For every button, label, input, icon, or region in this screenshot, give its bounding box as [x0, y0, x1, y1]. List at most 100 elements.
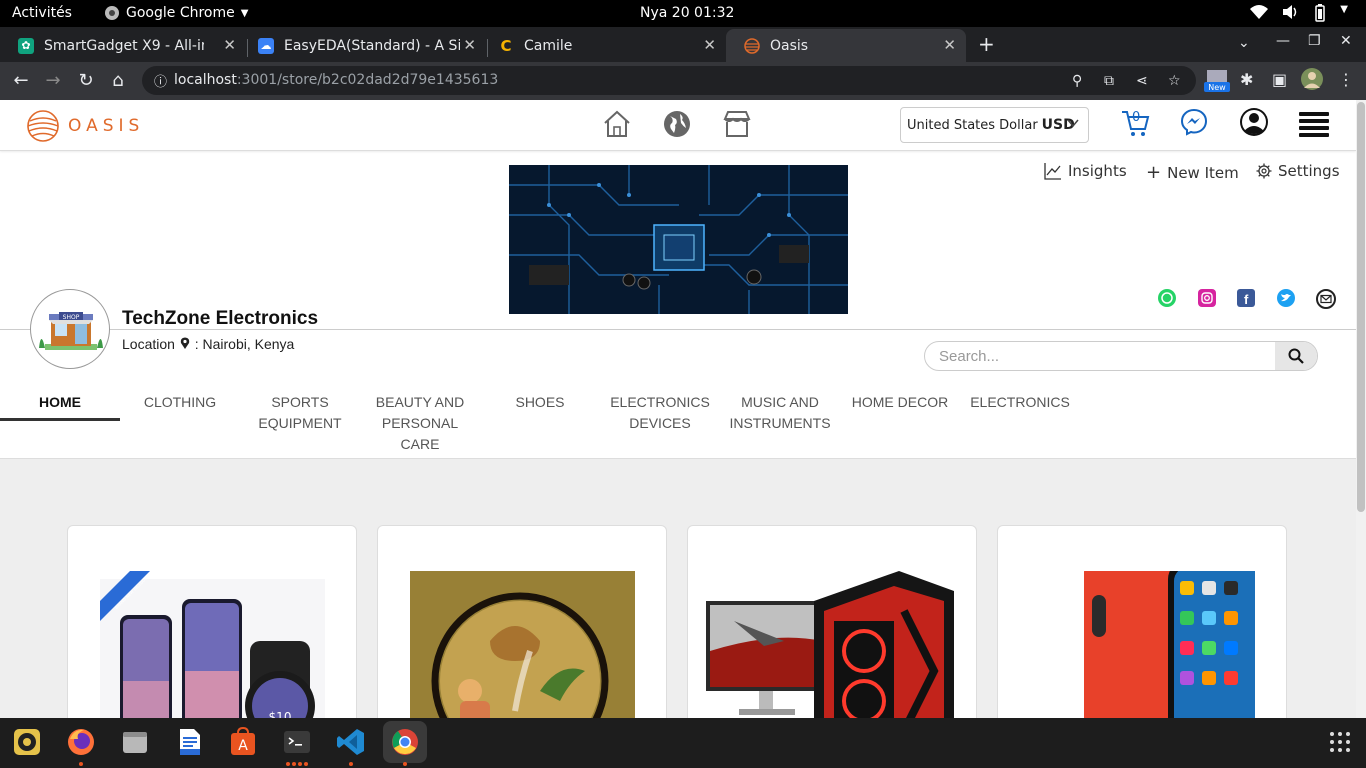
clock[interactable]: Nya 20 01:32: [640, 5, 734, 21]
store-search: [924, 341, 1318, 371]
tab-smartgadget[interactable]: ✿ SmartGadget X9 - All-in-One ✕: [0, 29, 246, 62]
insights-link[interactable]: Insights: [1044, 162, 1127, 180]
web-page: OASIS United States Dollar USD 0 Insight…: [0, 100, 1356, 718]
browser-tab-strip: ✿ SmartGadget X9 - All-in-One ✕ ☁ EasyED…: [0, 27, 1366, 62]
chrome-icon: [105, 6, 119, 20]
side-panel-icon[interactable]: ▣: [1272, 70, 1287, 89]
open-external-icon[interactable]: ⧉: [1104, 73, 1114, 89]
activities-button[interactable]: Activités: [12, 5, 72, 21]
app-menu[interactable]: Google Chrome ▼: [104, 5, 248, 21]
tab-camile[interactable]: C Camile ✕: [480, 29, 726, 62]
product-image-gaming-pc: [704, 571, 954, 718]
minimize-window-icon[interactable]: —: [1276, 33, 1290, 49]
close-tab-icon[interactable]: ✕: [943, 36, 956, 54]
bookmark-star-icon[interactable]: ☆: [1168, 73, 1181, 89]
tab-category-beauty-personal-care[interactable]: Beauty and Personal Care: [360, 392, 480, 455]
user-account-icon[interactable]: [1239, 107, 1269, 137]
show-apps-grid-icon[interactable]: [1322, 724, 1358, 760]
address-bar[interactable]: ⓘ localhost:3001/store/b2c02dad2d79e1435…: [142, 66, 1196, 95]
back-arrow-icon[interactable]: ←: [10, 70, 32, 91]
system-tray[interactable]: ▼: [1250, 4, 1348, 22]
search-button[interactable]: [1275, 342, 1317, 370]
settings-label: Settings: [1278, 162, 1340, 180]
close-tab-icon[interactable]: ✕: [463, 36, 476, 54]
chevron-down-icon: [1066, 116, 1080, 134]
tab-category-electronics[interactable]: Electronics: [960, 392, 1080, 413]
store-nav-icon[interactable]: [722, 109, 752, 139]
vscode-icon[interactable]: [333, 724, 369, 760]
chrome-dock-icon[interactable]: [383, 721, 427, 763]
store-banner-image: [509, 165, 848, 314]
messenger-icon[interactable]: [1180, 108, 1208, 136]
profile-avatar[interactable]: [1301, 68, 1323, 94]
tab-easyeda[interactable]: ☁ EasyEDA(Standard) - A Simple ✕: [240, 29, 486, 62]
new-tab-plus-icon[interactable]: +: [978, 32, 995, 56]
reload-icon[interactable]: ↻: [75, 70, 97, 91]
facebook-icon[interactable]: f: [1237, 289, 1255, 307]
tab-category-music-instruments[interactable]: Music and Instruments: [720, 392, 840, 434]
store-avatar[interactable]: SHOP: [30, 289, 110, 369]
rhythmbox-icon[interactable]: [9, 724, 45, 760]
scrollbar-thumb[interactable]: [1357, 102, 1365, 512]
libreoffice-writer-icon[interactable]: [171, 724, 207, 760]
forward-arrow-icon[interactable]: →: [42, 70, 64, 91]
tab-category-shoes[interactable]: Shoes: [480, 392, 600, 413]
new-extension-icon[interactable]: New: [1204, 68, 1230, 94]
tab-oasis[interactable]: Oasis ✕: [726, 29, 966, 62]
extensions-puzzle-icon[interactable]: ✱: [1240, 70, 1253, 89]
svg-text:SHOP: SHOP: [63, 314, 80, 321]
ubuntu-dock: A: [0, 718, 1366, 768]
instagram-icon[interactable]: [1198, 289, 1216, 307]
software-center-icon[interactable]: A: [225, 724, 261, 760]
tab-category-home[interactable]: Home: [0, 392, 120, 421]
site-logo[interactable]: OASIS: [26, 109, 144, 143]
files-icon[interactable]: [117, 724, 153, 760]
chart-line-icon: [1044, 163, 1061, 180]
home-icon[interactable]: ⌂: [107, 70, 129, 91]
tab-category-sports-equipment[interactable]: Sports Equipment: [240, 392, 360, 434]
new-item-link[interactable]: + New Item: [1146, 162, 1239, 183]
home-nav-icon[interactable]: [602, 109, 632, 139]
currency-select[interactable]: United States Dollar USD: [900, 107, 1089, 143]
tab-title: Camile: [524, 37, 573, 54]
power-menu-caret-icon: ▼: [1340, 4, 1348, 15]
close-window-icon[interactable]: ✕: [1340, 33, 1352, 49]
location-label: Location: [122, 336, 175, 352]
whatsapp-icon[interactable]: [1158, 289, 1176, 307]
product-card[interactable]: [997, 525, 1287, 718]
chrome-menu-kebab-icon[interactable]: ⋮: [1338, 70, 1354, 89]
url-text[interactable]: localhost:3001/store/b2c02dad2d79e143561…: [174, 72, 498, 88]
email-icon[interactable]: [1316, 289, 1336, 309]
tab-search-chevron-icon[interactable]: ⌄: [1238, 35, 1250, 51]
settings-link[interactable]: Settings: [1256, 162, 1340, 180]
tab-category-electronics-devices[interactable]: Electronics Devices: [600, 392, 720, 434]
hamburger-menu-icon[interactable]: [1299, 111, 1329, 137]
terminal-icon[interactable]: [279, 724, 315, 760]
maximize-window-icon[interactable]: ❐: [1308, 33, 1321, 49]
close-tab-icon[interactable]: ✕: [223, 36, 236, 54]
page-scrollbar[interactable]: [1356, 100, 1366, 718]
store-location: Location : Nairobi, Kenya: [122, 336, 294, 352]
tab-category-home-decor[interactable]: Home Decor: [840, 392, 960, 413]
share-icon[interactable]: ⋖: [1136, 73, 1148, 89]
close-tab-icon[interactable]: ✕: [703, 36, 716, 54]
site-header: OASIS United States Dollar USD 0: [0, 100, 1356, 151]
globe-nav-icon[interactable]: [662, 109, 692, 139]
cart-button[interactable]: 0: [1120, 108, 1150, 138]
site-info-icon[interactable]: ⓘ: [154, 71, 167, 90]
product-card[interactable]: [687, 525, 977, 718]
plus-icon: +: [1146, 162, 1162, 183]
wifi-icon: [1250, 5, 1269, 19]
search-input[interactable]: [939, 346, 1269, 366]
product-card[interactable]: BRAND NEW INCLUDED $10: [67, 525, 357, 718]
firefox-icon[interactable]: [63, 724, 99, 760]
tab-title: SmartGadget X9 - All-in-One: [44, 37, 204, 54]
location-pin-icon[interactable]: ⚲: [1072, 73, 1082, 89]
tab-category-clothing[interactable]: Clothing: [120, 392, 240, 413]
svg-text:$10: $10: [269, 710, 292, 718]
oasis-logo-icon: [27, 110, 59, 142]
tab-title: EasyEDA(Standard) - A Simple: [284, 37, 460, 54]
product-card[interactable]: [377, 525, 667, 718]
product-image-incense-fountain: [410, 571, 635, 718]
twitter-icon[interactable]: [1277, 289, 1295, 307]
